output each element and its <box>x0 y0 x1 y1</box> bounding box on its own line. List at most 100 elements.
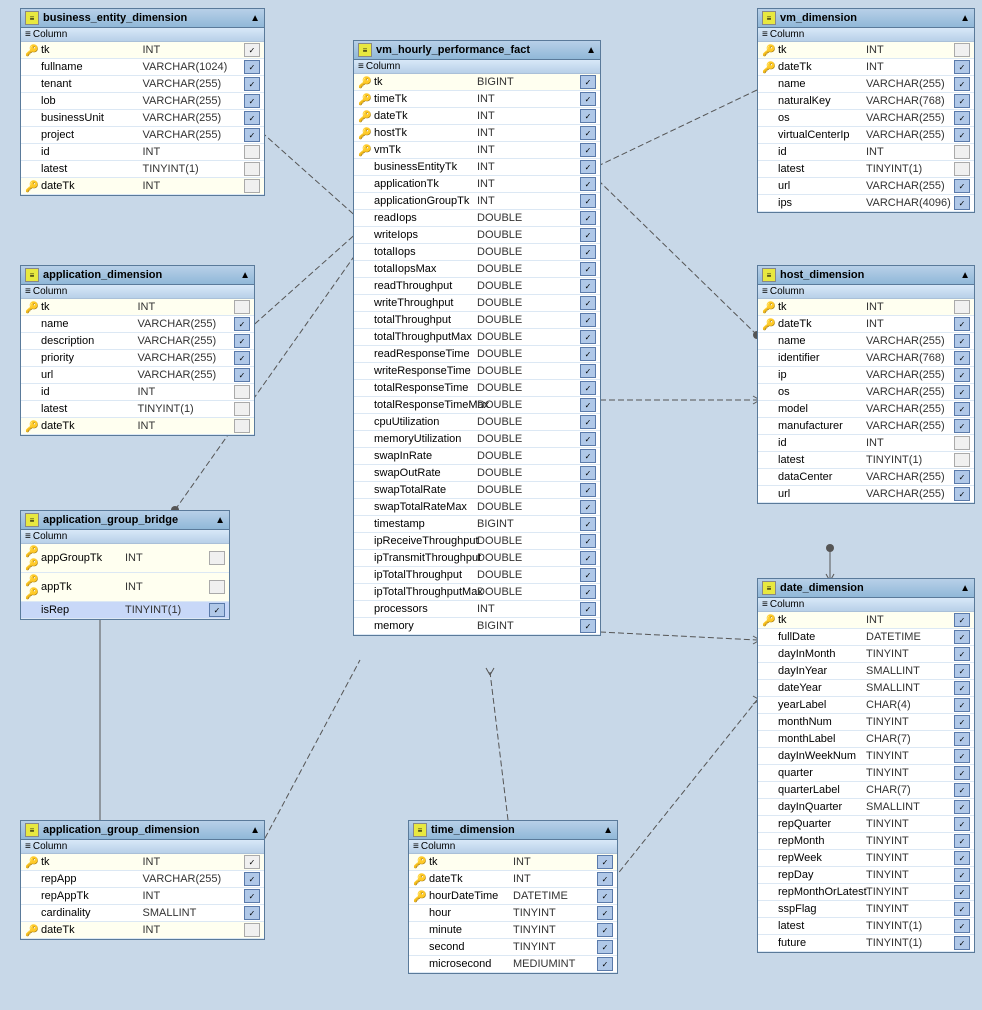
col-check: ✓ <box>954 419 970 433</box>
col-check: ✓ <box>954 334 970 348</box>
col-row: tenant VARCHAR(255) ✓ <box>21 76 264 93</box>
col-row: timestamp BIGINT ✓ <box>354 516 600 533</box>
pk-icon: 🔑 <box>25 420 39 433</box>
col-row: repWeek TINYINT ✓ <box>758 850 974 867</box>
sort-icon-dd: ▲ <box>960 583 970 594</box>
col-check <box>234 300 250 314</box>
pk-icon: 🔑 <box>25 301 39 314</box>
pk-icon: 🔑 <box>762 614 776 627</box>
col-row: swapTotalRate DOUBLE ✓ <box>354 482 600 499</box>
col-check <box>954 436 970 450</box>
col-row: repApp VARCHAR(255) ✓ <box>21 871 264 888</box>
col-row: 🔑 dateTk INT ✓ <box>758 316 974 333</box>
table-title-hd: host_dimension <box>780 269 864 281</box>
col-header-hd: ≡ Column <box>758 285 974 299</box>
pk-icon: 🔑🔑 <box>25 574 39 600</box>
col-row: identifier VARCHAR(768) ✓ <box>758 350 974 367</box>
col-row: totalThroughput DOUBLE ✓ <box>354 312 600 329</box>
col-row: memoryUtilization DOUBLE ✓ <box>354 431 600 448</box>
col-check: ✓ <box>580 551 596 565</box>
col-check: ✓ <box>244 889 260 903</box>
col-check: ✓ <box>954 647 970 661</box>
col-check: ✓ <box>244 111 260 125</box>
col-check: ✓ <box>954 385 970 399</box>
col-check: ✓ <box>954 128 970 142</box>
col-row: 🔑 hostTk INT ✓ <box>354 125 600 142</box>
table-header-agd: ≡ application_group_dimension ▲ <box>21 821 264 840</box>
col-row: 🔑 tk INT ✓ <box>758 612 974 629</box>
col-check: ✓ <box>580 619 596 633</box>
col-row: fullname VARCHAR(1024) ✓ <box>21 59 264 76</box>
col-row: os VARCHAR(255) ✓ <box>758 110 974 127</box>
col-row: virtualCenterIp VARCHAR(255) ✓ <box>758 127 974 144</box>
col-row: totalResponseTimeMax DOUBLE ✓ <box>354 397 600 414</box>
col-row: naturalKey VARCHAR(768) ✓ <box>758 93 974 110</box>
fk-icon: 🔑 <box>358 144 372 157</box>
col-check: ✓ <box>580 585 596 599</box>
col-row: model VARCHAR(255) ✓ <box>758 401 974 418</box>
col-check: ✓ <box>954 60 970 74</box>
table-business-entity-dimension: ≡ business_entity_dimension ▲ ≡ Column 🔑… <box>20 8 265 196</box>
table-title-bed: business_entity_dimension <box>43 12 187 24</box>
col-header-vhpf: ≡ Column <box>354 60 600 74</box>
sort-icon-apd: ▲ <box>240 270 250 281</box>
col-check: ✓ <box>580 415 596 429</box>
col-check: ✓ <box>580 381 596 395</box>
col-row: project VARCHAR(255) ✓ <box>21 127 264 144</box>
col-row: 🔑 tk INT <box>21 299 254 316</box>
table-icon-dd: ≡ <box>762 581 776 595</box>
col-row: 🔑🔑 appTk INT <box>21 573 229 602</box>
pk-icon: 🔑 <box>25 924 39 937</box>
fk-icon: 🔑 <box>762 318 776 331</box>
col-check: ✓ <box>580 398 596 412</box>
col-row: isRep TINYINT(1) ✓ <box>21 602 229 619</box>
col-row: repAppTk INT ✓ <box>21 888 264 905</box>
table-icon-hd: ≡ <box>762 268 776 282</box>
col-row: 🔑 tk BIGINT ✓ <box>354 74 600 91</box>
col-check: ✓ <box>580 500 596 514</box>
pk-icon: 🔑 <box>413 856 427 869</box>
col-row: 🔑 tk INT <box>758 42 974 59</box>
col-check: ✓ <box>244 855 260 869</box>
col-check: ✓ <box>597 906 613 920</box>
table-application-dimension: ≡ application_dimension ▲ ≡ Column 🔑 tk … <box>20 265 255 436</box>
col-row: writeThroughput DOUBLE ✓ <box>354 295 600 312</box>
col-row: writeResponseTime DOUBLE ✓ <box>354 363 600 380</box>
col-header-icon-vhpf: ≡ <box>358 61 364 72</box>
col-check: ✓ <box>234 351 250 365</box>
fk-icon: 🔑 <box>358 127 372 140</box>
col-row: 🔑 tk INT ✓ <box>21 42 264 59</box>
fk-icon: 🔑 <box>358 110 372 123</box>
table-header-td: ≡ time_dimension ▲ <box>409 821 617 840</box>
pk-icon: 🔑 <box>25 856 39 869</box>
col-header-agb: ≡ Column <box>21 530 229 544</box>
col-row: monthLabel CHAR(7) ✓ <box>758 731 974 748</box>
col-check: ✓ <box>954 111 970 125</box>
col-row: name VARCHAR(255) ✓ <box>21 316 254 333</box>
col-check: ✓ <box>597 957 613 971</box>
col-check: ✓ <box>234 317 250 331</box>
col-row: dateYear SMALLINT ✓ <box>758 680 974 697</box>
col-row: totalIops DOUBLE ✓ <box>354 244 600 261</box>
col-check: ✓ <box>580 279 596 293</box>
col-row: processors INT ✓ <box>354 601 600 618</box>
col-row: dayInMonth TINYINT ✓ <box>758 646 974 663</box>
table-header-hd: ≡ host_dimension ▲ <box>758 266 974 285</box>
col-check: ✓ <box>580 347 596 361</box>
col-row: microsecond MEDIUMINT ✓ <box>409 956 617 973</box>
col-row: swapInRate DOUBLE ✓ <box>354 448 600 465</box>
sort-icon-bed: ▲ <box>250 13 260 24</box>
col-row: dayInQuarter SMALLINT ✓ <box>758 799 974 816</box>
col-row: 🔑 dateTk INT <box>21 418 254 435</box>
table-header-agb: ≡ application_group_bridge ▲ <box>21 511 229 530</box>
col-check <box>209 580 225 594</box>
col-row: url VARCHAR(255) ✓ <box>758 486 974 503</box>
col-row: businessUnit VARCHAR(255) ✓ <box>21 110 264 127</box>
col-row: hour TINYINT ✓ <box>409 905 617 922</box>
col-check: ✓ <box>580 75 596 89</box>
col-check: ✓ <box>234 368 250 382</box>
col-row: totalThroughputMax DOUBLE ✓ <box>354 329 600 346</box>
col-row: ipReceiveThroughput DOUBLE ✓ <box>354 533 600 550</box>
col-check: ✓ <box>580 330 596 344</box>
col-row: 🔑 dateTk INT ✓ <box>758 59 974 76</box>
